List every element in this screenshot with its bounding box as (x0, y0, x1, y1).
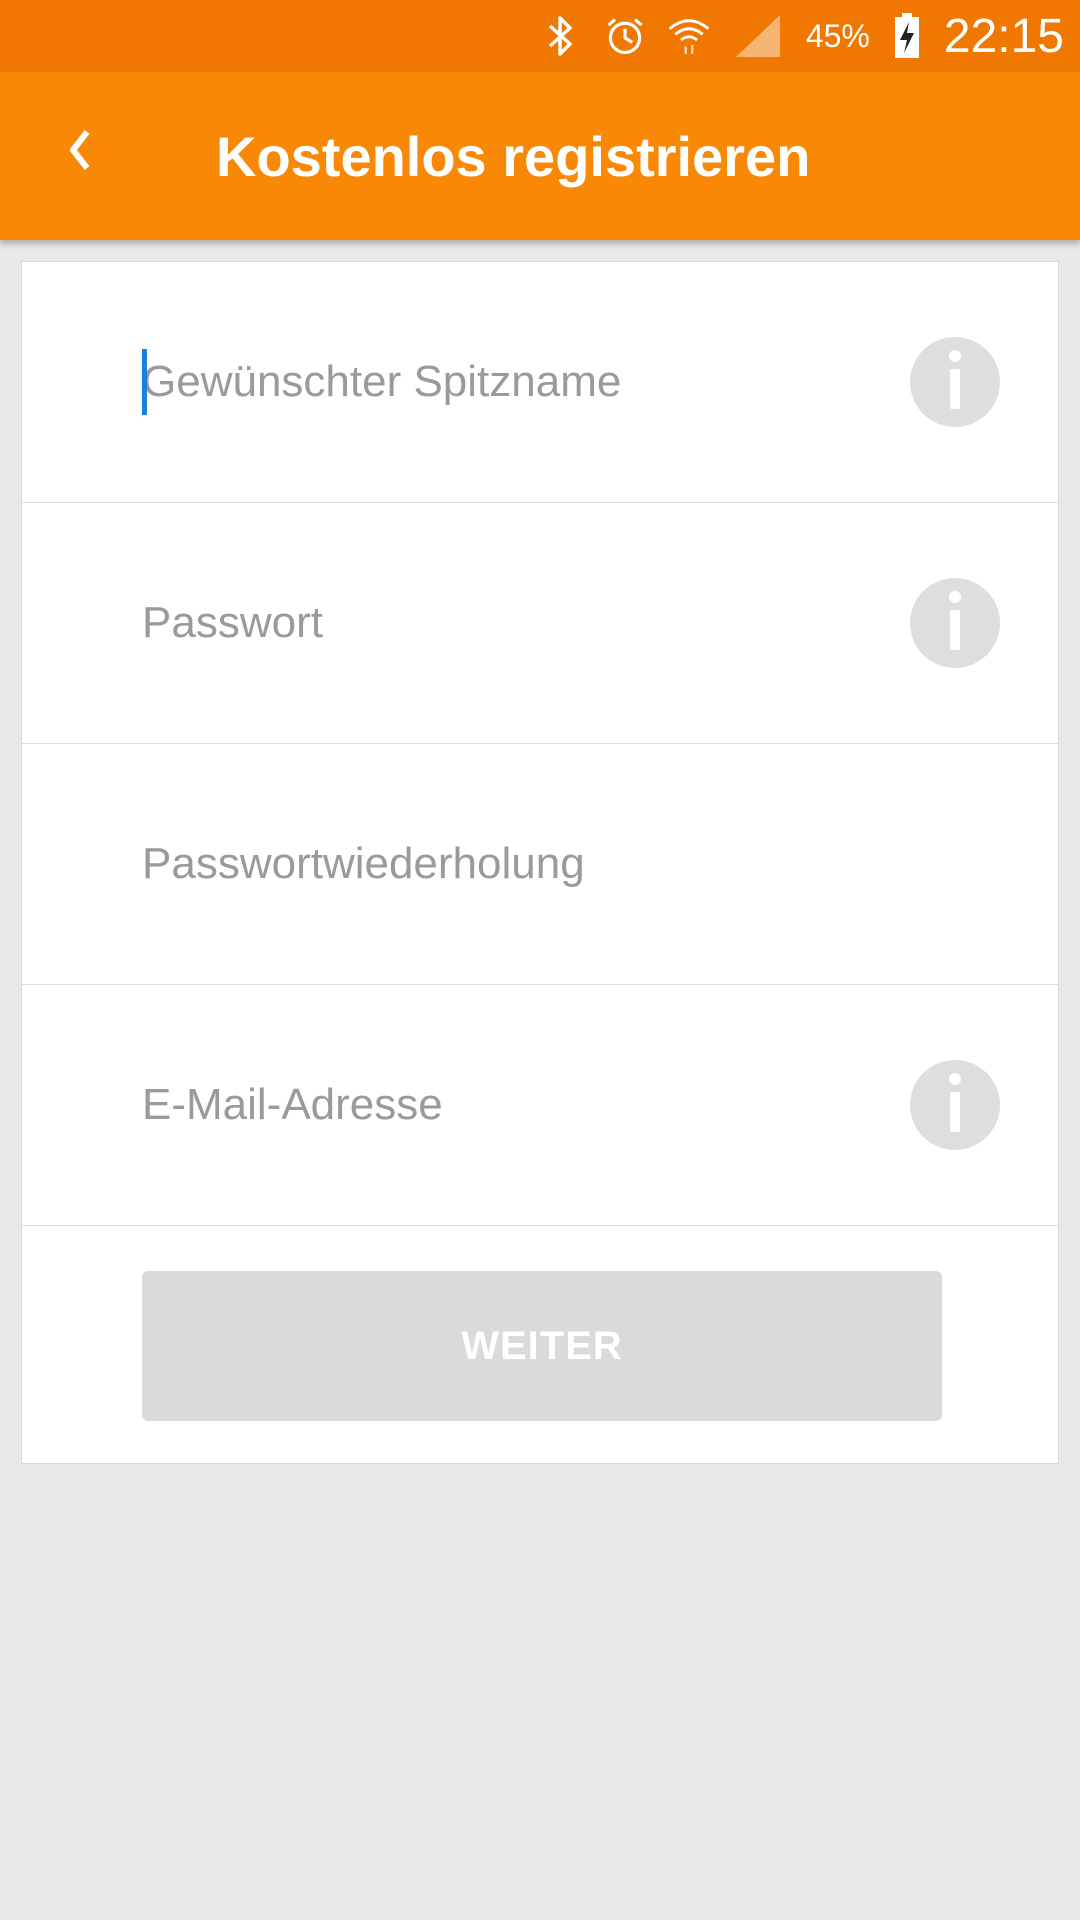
nickname-row (22, 262, 1058, 503)
back-button[interactable] (50, 112, 110, 192)
wifi-icon (668, 15, 710, 57)
chevron-left-icon (65, 128, 95, 177)
nickname-info-button[interactable] (910, 337, 1000, 427)
email-row (22, 985, 1058, 1226)
page-title: Kostenlos registrieren (216, 124, 811, 188)
bluetooth-icon (540, 15, 582, 57)
battery-charging-icon (892, 13, 922, 58)
submit-area: WEITER (142, 1271, 942, 1421)
password-repeat-input[interactable] (142, 839, 902, 889)
email-info-button[interactable] (910, 1060, 1000, 1150)
text-caret (142, 349, 147, 415)
info-icon (943, 349, 967, 416)
email-input[interactable] (142, 1080, 902, 1130)
info-icon (943, 590, 967, 657)
alarm-icon (604, 15, 646, 57)
cell-signal-icon (732, 15, 784, 57)
weiter-button[interactable]: WEITER (142, 1271, 942, 1421)
info-icon (943, 1072, 967, 1139)
password-repeat-row (22, 744, 1058, 985)
clock-time: 22:15 (943, 9, 1064, 63)
registration-form: WEITER (21, 261, 1059, 1464)
password-input[interactable] (142, 598, 902, 648)
app-bar: Kostenlos registrieren (0, 72, 1080, 240)
status-bar: 45% 22:15 (0, 0, 1080, 72)
status-icons: 45% 22:15 (540, 0, 1064, 72)
password-info-button[interactable] (910, 578, 1000, 668)
battery-percent: 45% (805, 17, 870, 54)
password-row (22, 503, 1058, 744)
nickname-input[interactable] (142, 357, 902, 407)
